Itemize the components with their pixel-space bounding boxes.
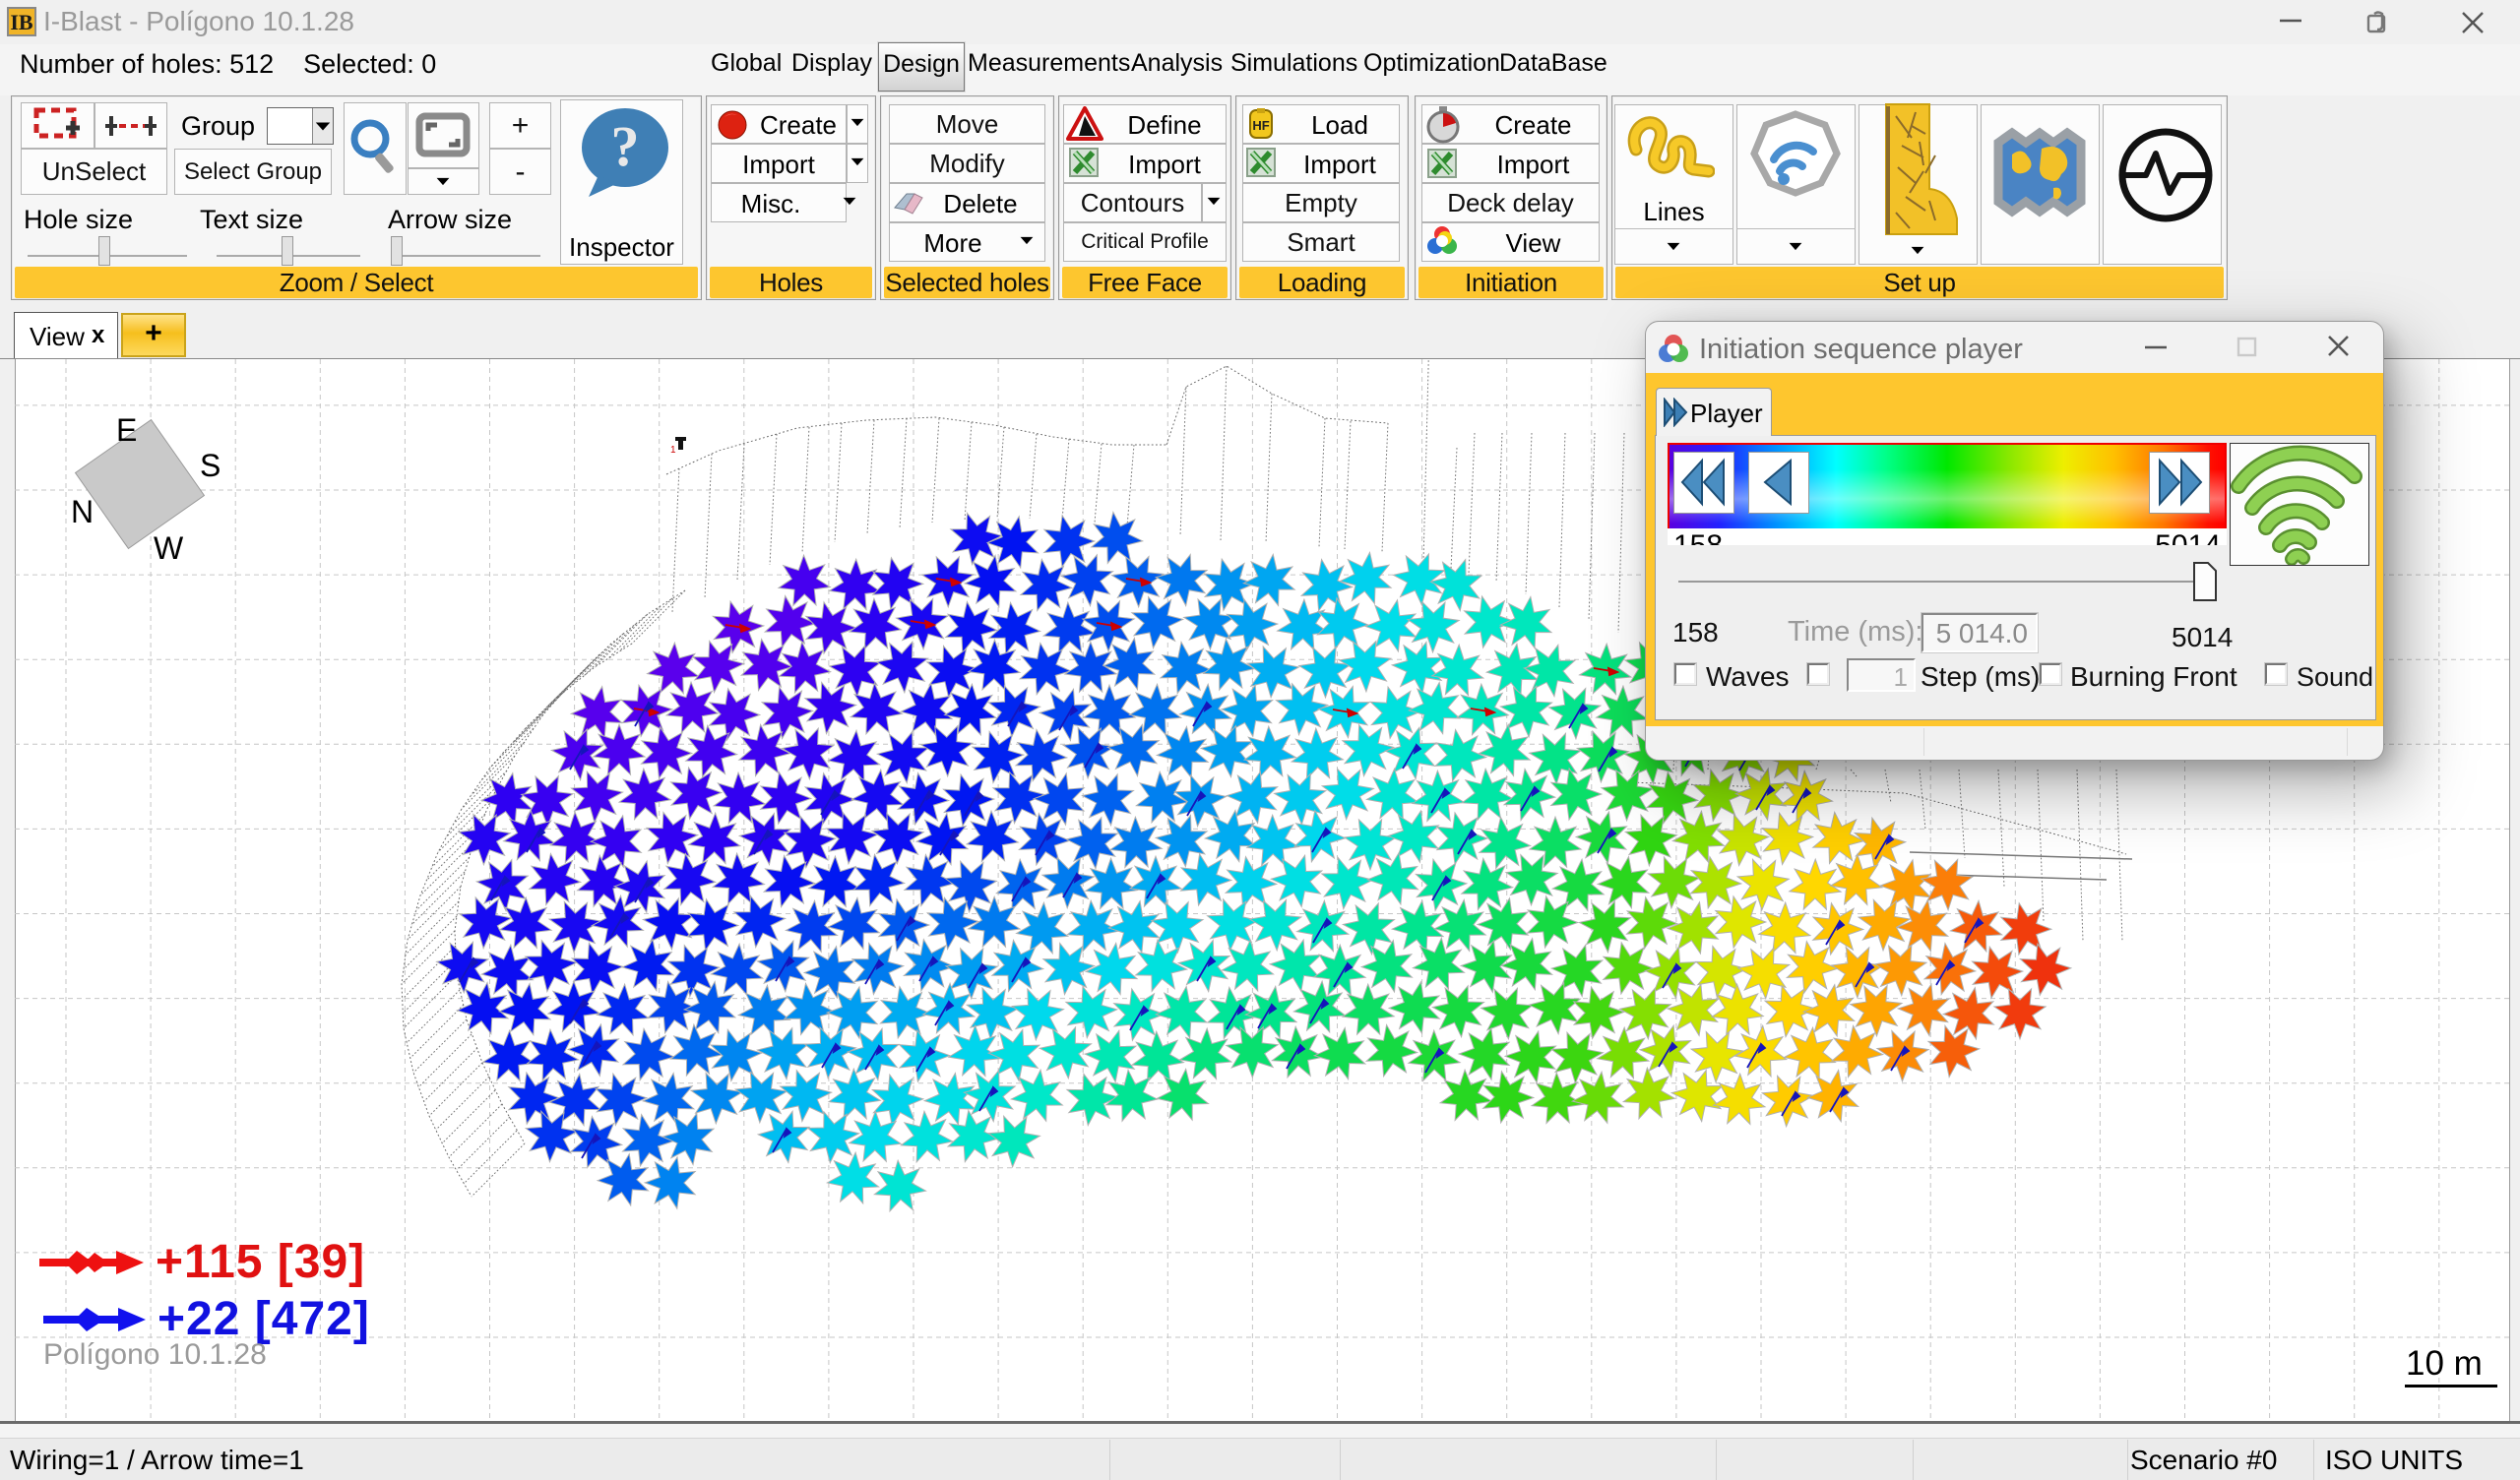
svg-text:W: W xyxy=(154,530,184,566)
svg-text:N: N xyxy=(71,494,94,529)
svg-text:1: 1 xyxy=(670,445,676,456)
svg-text:E: E xyxy=(116,412,137,448)
svg-text:HF: HF xyxy=(1252,118,1269,133)
svg-text:IB: IB xyxy=(10,10,33,34)
svg-text:S: S xyxy=(200,448,220,483)
svg-text:?: ? xyxy=(611,114,640,178)
